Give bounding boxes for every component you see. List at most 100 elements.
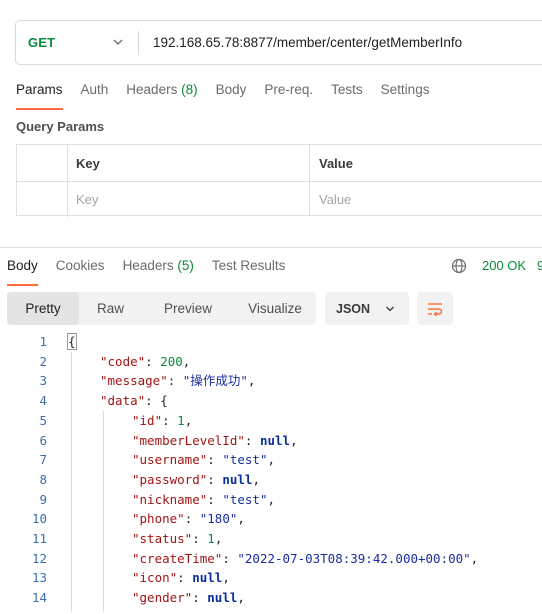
request-bar: GET 192.168.65.78:8877/member/center/get…: [15, 20, 542, 65]
line-number: 6: [39, 432, 47, 448]
json-comma: ,: [290, 432, 298, 448]
json-key: "code": [100, 353, 146, 369]
response-headers-count: (5): [177, 258, 194, 273]
view-mode-toggle: Pretty Raw Preview Visualize: [7, 292, 316, 325]
line-number: 10: [31, 511, 47, 527]
table-row: Key Value: [17, 181, 542, 217]
line-content: "icon": null,: [132, 568, 230, 588]
json-colon: :: [207, 452, 223, 468]
table-header-row: Key Value: [17, 145, 542, 182]
tab-test-results[interactable]: Test Results: [212, 258, 286, 284]
json-colon: :: [177, 570, 193, 586]
line-number: 11: [31, 531, 47, 546]
json-colon: :: [192, 531, 208, 546]
line-number: 12: [31, 550, 47, 566]
json-comma: ,: [214, 531, 223, 546]
code-line: 7 "username": "test",: [0, 450, 542, 470]
status-badge[interactable]: 200 OK: [482, 258, 526, 273]
line-number: 1: [39, 334, 47, 349]
code-line: 3 "message": "操作成功",: [0, 371, 542, 391]
tab-auth[interactable]: Auth: [81, 82, 109, 108]
json-key: "password": [132, 471, 208, 487]
checkbox-column-header: [17, 145, 68, 181]
tab-response-headers[interactable]: Headers (5): [123, 258, 194, 284]
line-content: "status": 1,: [132, 529, 222, 549]
json-key: "createTime": [132, 550, 223, 566]
json-comma: ,: [247, 373, 256, 389]
code-line: 11 "status": 1,: [0, 529, 542, 549]
tab-headers[interactable]: Headers (8): [126, 82, 197, 108]
tab-response-body[interactable]: Body: [7, 258, 38, 286]
response-tabs: Body Cookies Headers (5) Test Results: [7, 258, 303, 286]
json-colon: :: [244, 432, 260, 448]
tab-settings[interactable]: Settings: [381, 82, 430, 108]
json-comma: ,: [182, 353, 191, 369]
line-number: 2: [39, 353, 47, 369]
json-comma: ,: [237, 511, 245, 527]
json-value: null: [207, 590, 238, 606]
json-key: "nickname": [132, 491, 208, 507]
tab-tests[interactable]: Tests: [331, 82, 363, 108]
chevron-down-icon: [113, 39, 123, 45]
code-line: 12 "createTime": "2022-07-03T08:39:42.000…: [0, 549, 542, 569]
json-value: "操作成功": [182, 373, 248, 389]
tab-cookies[interactable]: Cookies: [56, 258, 105, 284]
code-line: 2 "code": 200,: [0, 352, 542, 372]
json-value: "180": [199, 511, 238, 527]
tab-pre-request[interactable]: Pre-req.: [264, 82, 313, 108]
json-value: 1: [207, 531, 215, 546]
param-key-input[interactable]: Key: [67, 181, 310, 217]
line-number: 7: [39, 452, 47, 468]
format-select[interactable]: JSON: [325, 292, 409, 325]
json-colon: :: [207, 471, 223, 487]
status-overflow-text: 9: [537, 258, 542, 273]
line-number: 8: [39, 471, 47, 487]
json-brace: {: [160, 393, 168, 409]
key-column-header: Key: [67, 145, 310, 181]
view-visualize-button[interactable]: Visualize: [234, 292, 316, 325]
view-pretty-button[interactable]: Pretty: [7, 292, 79, 325]
line-number: 3: [39, 373, 47, 389]
line-content: "nickname": "test",: [132, 490, 275, 510]
method-label: GET: [28, 35, 56, 50]
globe-icon[interactable]: [451, 258, 467, 274]
json-colon: :: [167, 373, 183, 389]
json-key: "id": [132, 412, 163, 428]
json-value: "test": [222, 452, 268, 468]
code-line: 5 "id": 1,: [0, 411, 542, 431]
line-content: "gender": null,: [132, 588, 245, 608]
json-key: "username": [132, 452, 208, 468]
view-preview-button[interactable]: Preview: [142, 292, 234, 325]
tab-params[interactable]: Params: [16, 82, 63, 110]
json-comma: ,: [222, 570, 230, 586]
line-content: "createTime": "2022-07-03T08:39:42.000+0…: [132, 549, 478, 569]
code-line: 13 "icon": null,: [0, 568, 542, 588]
line-content: "id": 1,: [132, 411, 192, 431]
param-value-input[interactable]: Value: [310, 181, 542, 217]
json-colon: :: [162, 412, 178, 428]
line-content: {: [67, 332, 77, 352]
json-colon: :: [184, 511, 200, 527]
json-colon: :: [192, 590, 208, 606]
json-value: 200: [160, 353, 183, 369]
json-value: null: [192, 570, 223, 586]
method-select[interactable]: GET: [16, 21, 138, 64]
response-divider[interactable]: [0, 247, 542, 248]
code-line: 6 "memberLevelId": null,: [0, 431, 542, 451]
url-input[interactable]: 192.168.65.78:8877/member/center/getMemb…: [153, 35, 462, 50]
line-number: 5: [39, 412, 47, 428]
wrap-lines-button[interactable]: [417, 292, 453, 325]
json-brace: {: [67, 333, 77, 350]
code-line: 8 "password": null,: [0, 470, 542, 490]
json-colon: :: [145, 393, 161, 409]
json-colon: :: [207, 491, 223, 507]
line-content: "data": {: [100, 391, 168, 411]
view-raw-button[interactable]: Raw: [79, 292, 142, 325]
row-checkbox-cell: [17, 181, 68, 217]
json-key: "message": [100, 373, 168, 389]
line-content: "code": 200,: [100, 352, 190, 372]
tab-body[interactable]: Body: [216, 82, 247, 108]
code-line: 10 "phone": "180",: [0, 509, 542, 529]
line-content: "phone": "180",: [132, 509, 245, 529]
line-content: "password": null,: [132, 470, 260, 490]
